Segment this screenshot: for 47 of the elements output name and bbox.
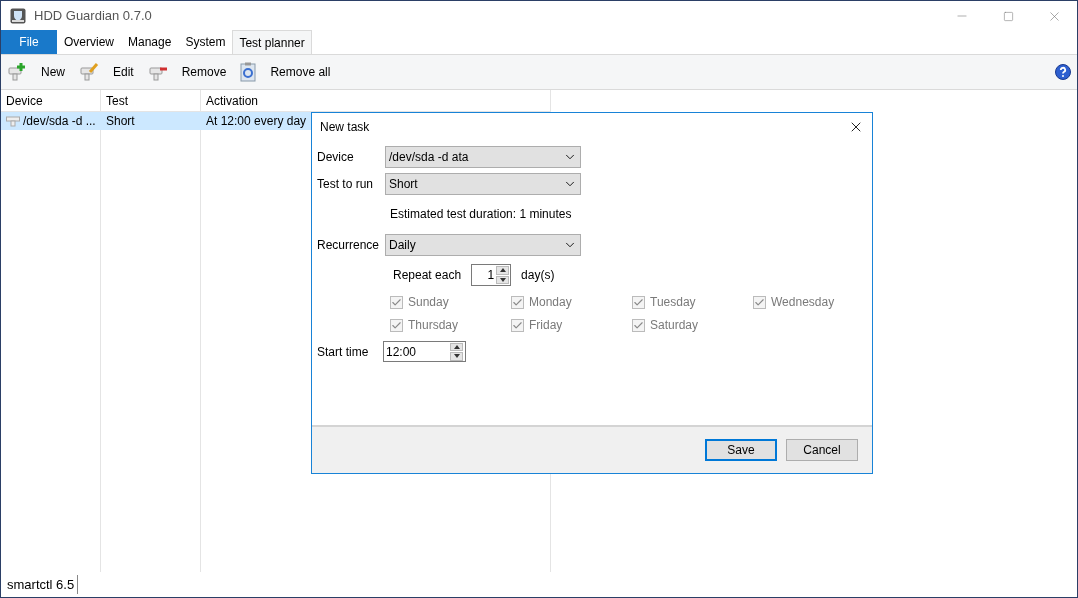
check-icon [633, 319, 644, 331]
field-label: Start time [317, 343, 370, 361]
column-header[interactable]: Activation [201, 90, 550, 111]
dropdown[interactable]: Short [385, 173, 581, 195]
help-icon[interactable] [1055, 64, 1071, 80]
toolbar-button[interactable]: Remove all [240, 58, 341, 86]
duration-text: Estimated test duration: 1 minutes [390, 206, 573, 223]
maximize-icon [1002, 10, 1014, 22]
ribbon-tab[interactable]: Test planner [232, 30, 312, 54]
window-title: HDD Guardian 0.7.0 [34, 7, 152, 26]
check-icon [633, 296, 644, 308]
table-cell-text: At 12:00 every day [206, 113, 307, 130]
ribbon-tab[interactable]: System [178, 30, 233, 54]
field-label: Device [317, 149, 355, 166]
column-header[interactable]: Test [101, 90, 201, 111]
file-menu-button[interactable]: File [1, 30, 57, 54]
spin-buttons[interactable] [450, 342, 463, 361]
check-icon [754, 296, 765, 308]
unit-label: day(s) [521, 267, 555, 284]
toolbar-button[interactable]: New [7, 58, 75, 86]
dialog-button[interactable]: Save [705, 439, 777, 461]
toolbar-button[interactable]: Edit [79, 58, 144, 86]
toolbar-button[interactable]: Remove [147, 58, 237, 86]
column-header[interactable]: Device [1, 90, 101, 111]
check-icon [391, 296, 402, 308]
table-cell-text: Short [106, 113, 135, 130]
plug-pencil-icon [79, 62, 99, 82]
field-label: Recurrence [317, 237, 381, 254]
dialog-button[interactable]: Cancel [786, 439, 858, 461]
dropdown[interactable]: /dev/sda -d ata [385, 146, 581, 168]
ribbon-tab[interactable]: Overview [57, 30, 121, 54]
check-icon [391, 319, 402, 331]
spin-buttons[interactable] [496, 266, 510, 284]
ribbon-tab[interactable]: Manage [121, 30, 179, 54]
clipboard-icon [240, 62, 257, 82]
plug-icon [6, 115, 20, 127]
app-icon [10, 8, 26, 24]
status-text: smartctl 6.5 [7, 574, 79, 595]
field-label: Test to run [317, 176, 375, 193]
check-icon [512, 296, 523, 308]
table-cell-text: /dev/sda -d ... [23, 113, 96, 130]
plug-add-icon [7, 62, 27, 82]
number-field[interactable]: 1 [471, 264, 512, 286]
time-field[interactable]: 12:00 [383, 341, 466, 362]
check-icon [512, 319, 523, 331]
dropdown[interactable]: Daily [385, 234, 581, 256]
field-label: Repeat each [393, 267, 462, 284]
